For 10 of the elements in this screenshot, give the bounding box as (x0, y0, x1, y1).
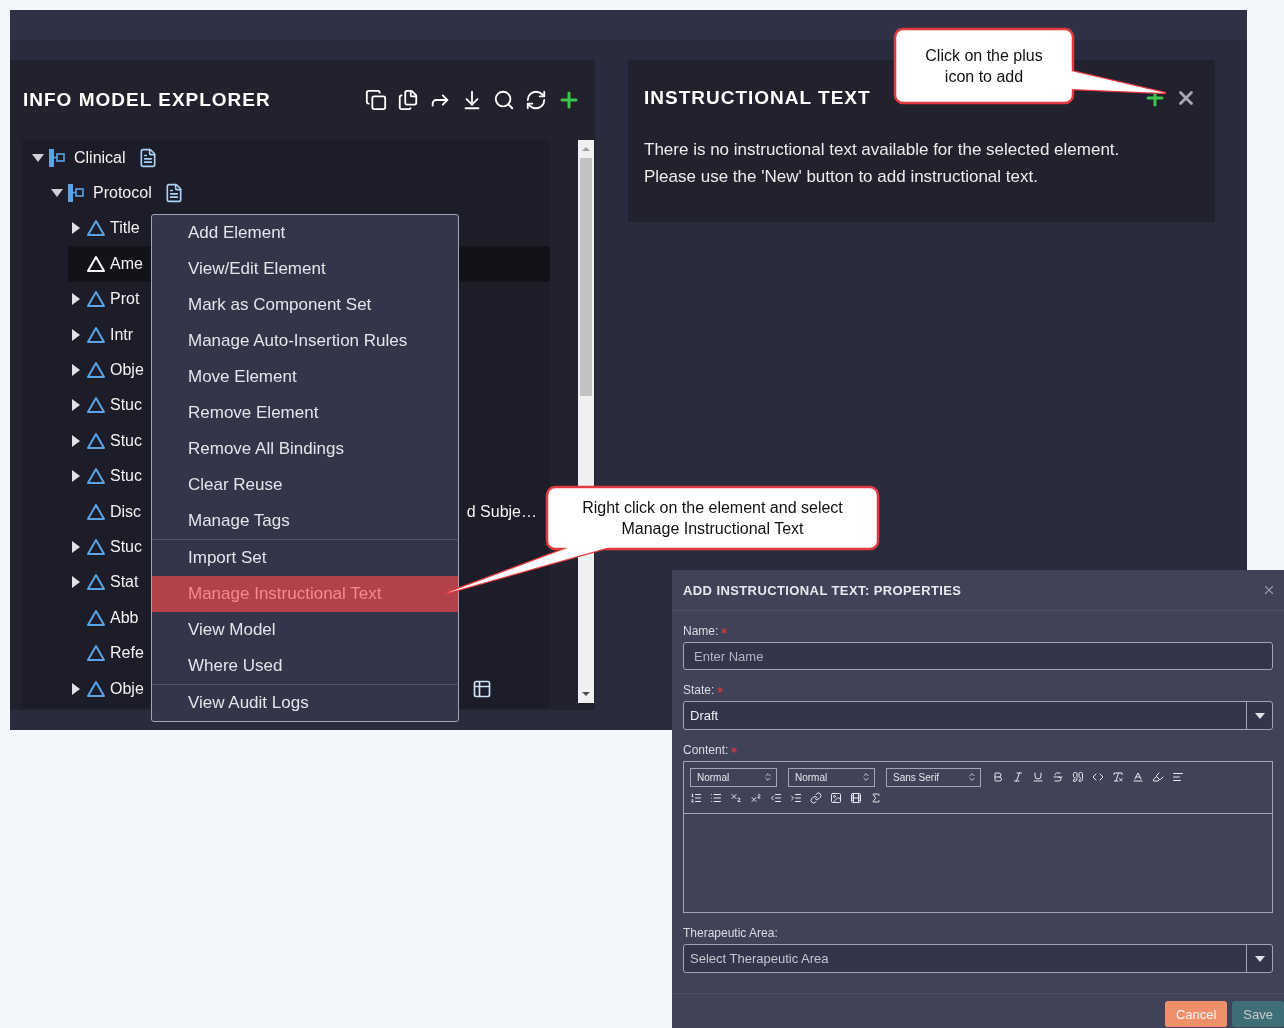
field-label: Name: (683, 624, 719, 638)
field-label: Therapeutic Area: (683, 926, 778, 940)
panel-title: INFO MODEL EXPLORER (23, 89, 272, 111)
callout-text: Right click on the element and select Manage Instructional Text (581, 498, 844, 539)
field-label: Content: (683, 743, 729, 757)
dialog-title: ADD INSTRUCTIONAL TEXT: PROPERTIES (683, 582, 962, 598)
empty-message: There is no instructional text available for the selected element. Please use the 'New' button to add instructional text. (643, 139, 1121, 188)
panel-title: INSTRUCTIONAL TEXT (644, 87, 872, 109)
field-label: State: (683, 683, 715, 697)
callout-text: Click on the plus icon to add (924, 46, 1044, 87)
